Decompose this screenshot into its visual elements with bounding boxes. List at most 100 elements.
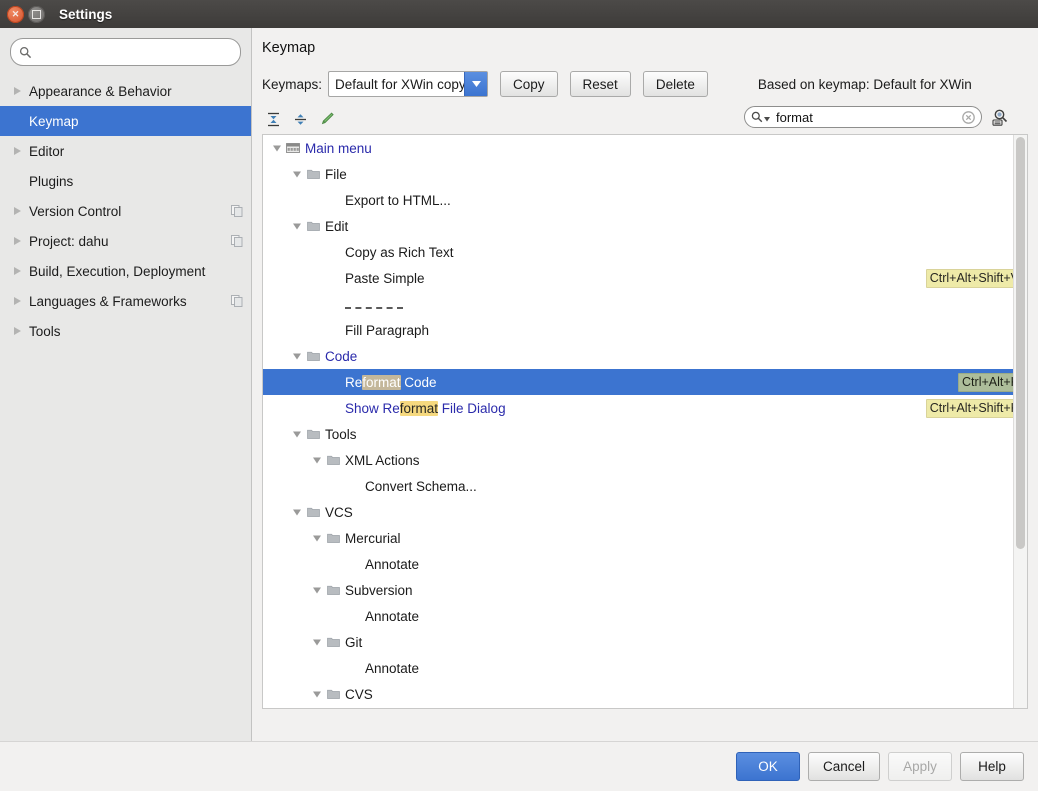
tree-row[interactable]: Mercurial (263, 525, 1027, 551)
sidebar-item-label: Version Control (29, 203, 122, 219)
chevron-down-icon[interactable] (289, 218, 305, 234)
find-shortcut-search-box[interactable] (744, 106, 982, 128)
tree-row[interactable]: Copy as Rich Text (263, 239, 1027, 265)
find-shortcut-input[interactable] (774, 108, 962, 126)
chevron-right-icon[interactable] (12, 206, 23, 216)
chevron-down-icon[interactable] (464, 72, 488, 96)
tree-row-label: Code (325, 348, 358, 364)
folder-icon (305, 426, 321, 442)
sidebar-item-tools[interactable]: Tools (0, 316, 251, 346)
sidebar-item-plugins[interactable]: Plugins (0, 166, 251, 196)
tree-row-label: Fill Paragraph (345, 322, 430, 338)
tree-row[interactable]: Convert Schema... (263, 473, 1027, 499)
chevron-down-icon[interactable] (309, 452, 325, 468)
tree-row[interactable]: Git (263, 629, 1027, 655)
tree-row-label: Copy as Rich Text (345, 244, 454, 260)
tree-row[interactable]: Annotate (263, 603, 1027, 629)
tree-row[interactable]: Export to HTML... (263, 187, 1027, 213)
tree-row[interactable]: Show Reformat File Dialog Ctrl+Alt+Shift+… (263, 395, 1027, 421)
collapse-all-icon[interactable] (289, 108, 311, 130)
search-icon (19, 46, 32, 59)
chevron-down-icon[interactable] (764, 110, 770, 125)
chevron-down-icon[interactable] (289, 504, 305, 520)
chevron-right-icon[interactable] (12, 296, 23, 306)
chevron-right-icon[interactable] (12, 86, 23, 96)
chevron-down-icon[interactable] (289, 426, 305, 442)
chevron-down-icon[interactable] (309, 634, 325, 650)
tree-row[interactable]: Main menu (263, 135, 1027, 161)
chevron-right-icon[interactable] (12, 236, 23, 246)
tree-row[interactable]: Fill Paragraph (263, 317, 1027, 343)
tree-row[interactable]: Paste Simple Ctrl+Alt+Shift+V (263, 265, 1027, 291)
sidebar-item-appearance-behavior[interactable]: Appearance & Behavior (0, 76, 251, 106)
maximize-icon[interactable] (28, 5, 45, 23)
sidebar-item-label: Editor (29, 143, 65, 159)
tree-row[interactable]: Code (263, 343, 1027, 369)
keymap-tree[interactable]: Main menu File Export to HTML... Edit Copy a… (262, 134, 1028, 709)
sidebar-item-languages-frameworks[interactable]: Languages & Frameworks (0, 286, 251, 316)
sidebar-item-label: Plugins (29, 173, 74, 189)
tree-row[interactable]: Annotate (263, 551, 1027, 577)
sidebar-item-build-execution-deployment[interactable]: Build, Execution, Deployment (0, 256, 251, 286)
close-icon[interactable]: ✕ (7, 5, 24, 23)
delete-keymap-button[interactable]: Delete (642, 71, 708, 97)
tree-row[interactable]: Subversion (263, 577, 1027, 603)
cancel-button[interactable]: Cancel (807, 752, 880, 781)
tree-row-label: Show Reformat File Dialog (345, 400, 506, 416)
tree-row-label: CVS (345, 686, 373, 702)
tree-row-label: Paste Simple (345, 270, 425, 286)
chevron-down-icon[interactable] (309, 582, 325, 598)
chevron-right-icon[interactable] (12, 146, 23, 156)
copy-settings-icon (231, 295, 243, 307)
sidebar-item-project-dahu[interactable]: Project: dahu (0, 226, 251, 256)
chevron-down-icon[interactable] (269, 140, 285, 156)
clear-icon[interactable] (962, 110, 975, 124)
chevron-down-icon[interactable] (289, 348, 305, 364)
tree-row[interactable]: XML Actions (263, 447, 1027, 473)
folder-icon (325, 634, 341, 650)
tree-row[interactable]: CVS (263, 681, 1027, 707)
tree-row-label: File (325, 166, 347, 182)
sidebar-search-input[interactable] (37, 43, 231, 61)
sidebar-item-keymap[interactable]: Keymap (0, 106, 251, 136)
help-button[interactable]: Help (960, 752, 1024, 781)
chevron-down-icon[interactable] (309, 530, 325, 546)
sidebar-search-box[interactable] (10, 38, 241, 66)
edit-pencil-icon[interactable] (316, 108, 338, 130)
tree-row[interactable]: Tools (263, 421, 1027, 447)
tree-row[interactable]: Edit (263, 213, 1027, 239)
chevron-down-icon[interactable] (289, 166, 305, 182)
find-by-shortcut-icon[interactable] (989, 106, 1011, 128)
tree-row[interactable]: Annotate (263, 655, 1027, 681)
ok-button[interactable]: OK (735, 752, 800, 781)
tree-row[interactable]: File (263, 161, 1027, 187)
copy-keymap-button[interactable]: Copy (500, 71, 558, 97)
keymap-combobox[interactable]: Default for XWin copy (328, 71, 489, 97)
sidebar-item-label: Build, Execution, Deployment (29, 263, 206, 279)
tree-row[interactable] (263, 291, 1027, 317)
copy-settings-icon (231, 205, 243, 217)
tree-row[interactable]: Reformat Code Ctrl+Alt+K (263, 369, 1027, 395)
keymap-tree-rows: Main menu File Export to HTML... Edit Copy a… (263, 135, 1027, 708)
search-match-highlight: format (362, 374, 401, 390)
expand-all-icon[interactable] (262, 108, 284, 130)
reset-keymap-button[interactable]: Reset (569, 71, 631, 97)
tree-scrollbar-thumb[interactable] (1016, 137, 1025, 549)
sidebar-item-label: Tools (29, 323, 61, 339)
chevron-right-icon[interactable] (12, 266, 23, 276)
chevron-right-icon[interactable] (12, 326, 23, 336)
tree-vertical-scrollbar[interactable] (1013, 135, 1027, 708)
sidebar-item-editor[interactable]: Editor (0, 136, 251, 166)
sidebar-item-version-control[interactable]: Version Control (0, 196, 251, 226)
tree-row[interactable]: VCS (263, 499, 1027, 525)
folder-icon (305, 348, 321, 364)
chevron-down-icon[interactable] (309, 686, 325, 702)
